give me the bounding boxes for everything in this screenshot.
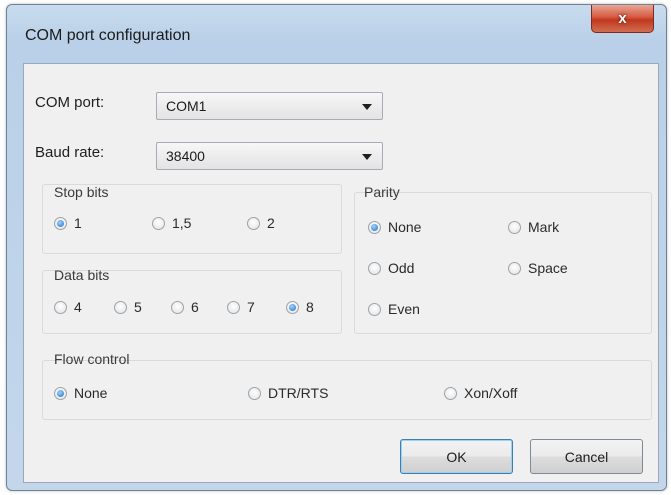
parity-title: Parity [364,184,400,200]
parity-option-label: None [388,219,422,235]
radio-icon [227,300,240,314]
radio-icon [508,261,521,275]
parity-option-odd[interactable]: Odd [368,260,414,276]
close-icon: x [618,10,627,27]
data-bits-option-7[interactable]: 7 [227,299,255,315]
com-port-select[interactable]: COM1 [156,92,383,120]
radio-icon [247,216,260,230]
stop-bits-option-2[interactable]: 2 [247,215,275,231]
flow-control-option-dtr-rts[interactable]: DTR/RTS [248,385,328,401]
flow-control-group [42,360,652,420]
cancel-button[interactable]: Cancel [530,439,643,474]
data-bits-option-4[interactable]: 4 [54,299,82,315]
radio-icon [444,386,457,400]
stop-bits-title: Stop bits [54,184,109,200]
parity-option-space[interactable]: Space [508,260,568,276]
baud-rate-value: 38400 [166,148,205,164]
dialog-client-area: COM port: COM1 Baud rate: 38400 Stop bit… [23,63,659,483]
stop-bits-option-1-5[interactable]: 1,5 [152,215,191,231]
window-title: COM port configuration [25,27,191,44]
radio-selected-icon [54,386,67,400]
parity-option-none[interactable]: None [368,219,421,235]
data-bits-option-5[interactable]: 5 [114,299,142,315]
flow-control-option-xon-xoff[interactable]: Xon/Xoff [444,385,517,401]
com-port-label: COM port: [35,94,105,111]
radio-icon [114,300,127,314]
chevron-down-icon [362,154,372,160]
close-button[interactable]: x [591,5,654,33]
parity-option-label: Space [528,260,568,276]
radio-icon [368,302,381,316]
stop-bits-option-1[interactable]: 1 [54,215,82,231]
data-bits-option-8[interactable]: 8 [286,299,314,315]
radio-icon [171,300,184,314]
dialog-window: COM port configuration x COM port: COM1 … [6,4,667,491]
parity-option-label: Odd [388,260,415,276]
com-port-value: COM1 [166,98,207,114]
parity-option-even[interactable]: Even [368,301,420,317]
radio-selected-icon [368,220,381,234]
stop-bits-option-label: 1,5 [172,215,192,231]
radio-icon [248,386,261,400]
radio-icon [54,300,67,314]
data-bits-option-label: 6 [191,299,199,315]
data-bits-option-label: 4 [74,299,82,315]
radio-icon [152,216,165,230]
flow-control-option-label: Xon/Xoff [464,385,518,401]
data-bits-option-label: 8 [306,299,314,315]
chevron-down-icon [362,104,372,110]
baud-rate-select[interactable]: 38400 [156,142,383,170]
data-bits-title: Data bits [54,267,110,283]
radio-selected-icon [54,216,67,230]
radio-icon [368,261,381,275]
parity-option-mark[interactable]: Mark [508,219,559,235]
parity-option-label: Mark [528,219,560,235]
flow-control-option-none[interactable]: None [54,385,107,401]
stop-bits-option-label: 2 [267,215,275,231]
radio-icon [508,220,521,234]
flow-control-option-label: DTR/RTS [268,385,329,401]
parity-option-label: Even [388,301,420,317]
radio-selected-icon [286,300,299,314]
data-bits-option-label: 5 [134,299,142,315]
flow-control-title: Flow control [54,351,130,367]
data-bits-option-label: 7 [247,299,255,315]
flow-control-option-label: None [74,385,108,401]
baud-rate-label: Baud rate: [35,144,105,161]
stop-bits-option-label: 1 [74,215,82,231]
ok-button[interactable]: OK [400,439,513,474]
data-bits-option-6[interactable]: 6 [171,299,199,315]
